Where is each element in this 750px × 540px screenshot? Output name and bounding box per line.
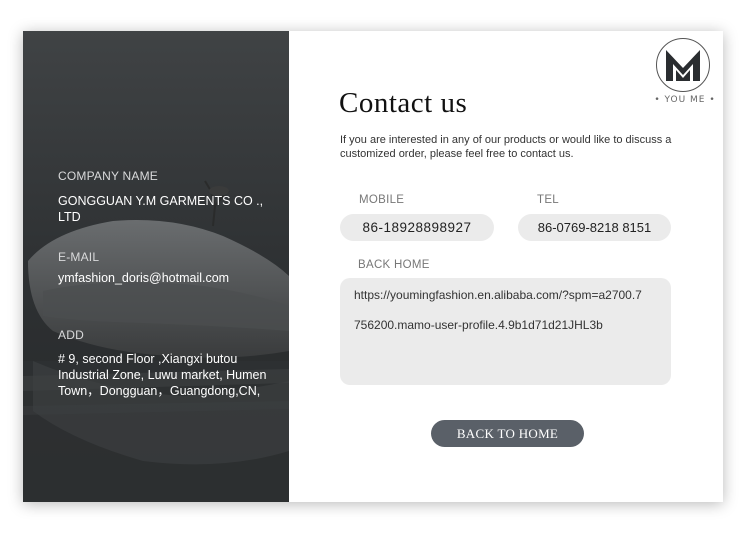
- company-name: GONGGUAN Y.M GARMENTS CO ., LTD: [58, 194, 264, 224]
- back-to-home-button[interactable]: BACK TO HOME: [431, 420, 584, 447]
- email-label: E-MAIL: [58, 250, 100, 264]
- company-info-panel: COMPANY NAME GONGGUAN Y.M GARMENTS CO .,…: [23, 31, 289, 502]
- page-title: Contact us: [339, 87, 468, 119]
- url-line-2: 756200.mamo-user-profile.4.9b1d71d21JHL3…: [354, 318, 603, 332]
- company-name-label: COMPANY NAME: [58, 169, 158, 183]
- back-home-url-field[interactable]: https://youmingfashion.en.alibaba.com/?s…: [340, 278, 671, 385]
- intro-text: If you are interested in any of our prod…: [340, 134, 672, 160]
- back-home-label: BACK HOME: [358, 259, 430, 271]
- tel-label: TEL: [537, 194, 559, 206]
- brand-logo-text: • YOU ME •: [654, 95, 716, 105]
- mobile-field[interactable]: 86-18928898927: [340, 214, 494, 241]
- email-address: ymfashion_doris@hotmail.com: [58, 271, 230, 285]
- brand-logo-icon: [656, 38, 710, 92]
- mobile-label: MOBILE: [359, 194, 405, 206]
- contact-card: COMPANY NAME GONGGUAN Y.M GARMENTS CO .,…: [23, 31, 723, 502]
- url-line-1: https://youmingfashion.en.alibaba.com/?s…: [354, 288, 642, 302]
- address-label: ADD: [58, 328, 84, 342]
- background-photo: [23, 31, 289, 502]
- tel-field[interactable]: 86-0769-8218 8151: [518, 214, 671, 241]
- address-text: # 9, second Floor ,Xiangxi butou Industr…: [58, 352, 267, 398]
